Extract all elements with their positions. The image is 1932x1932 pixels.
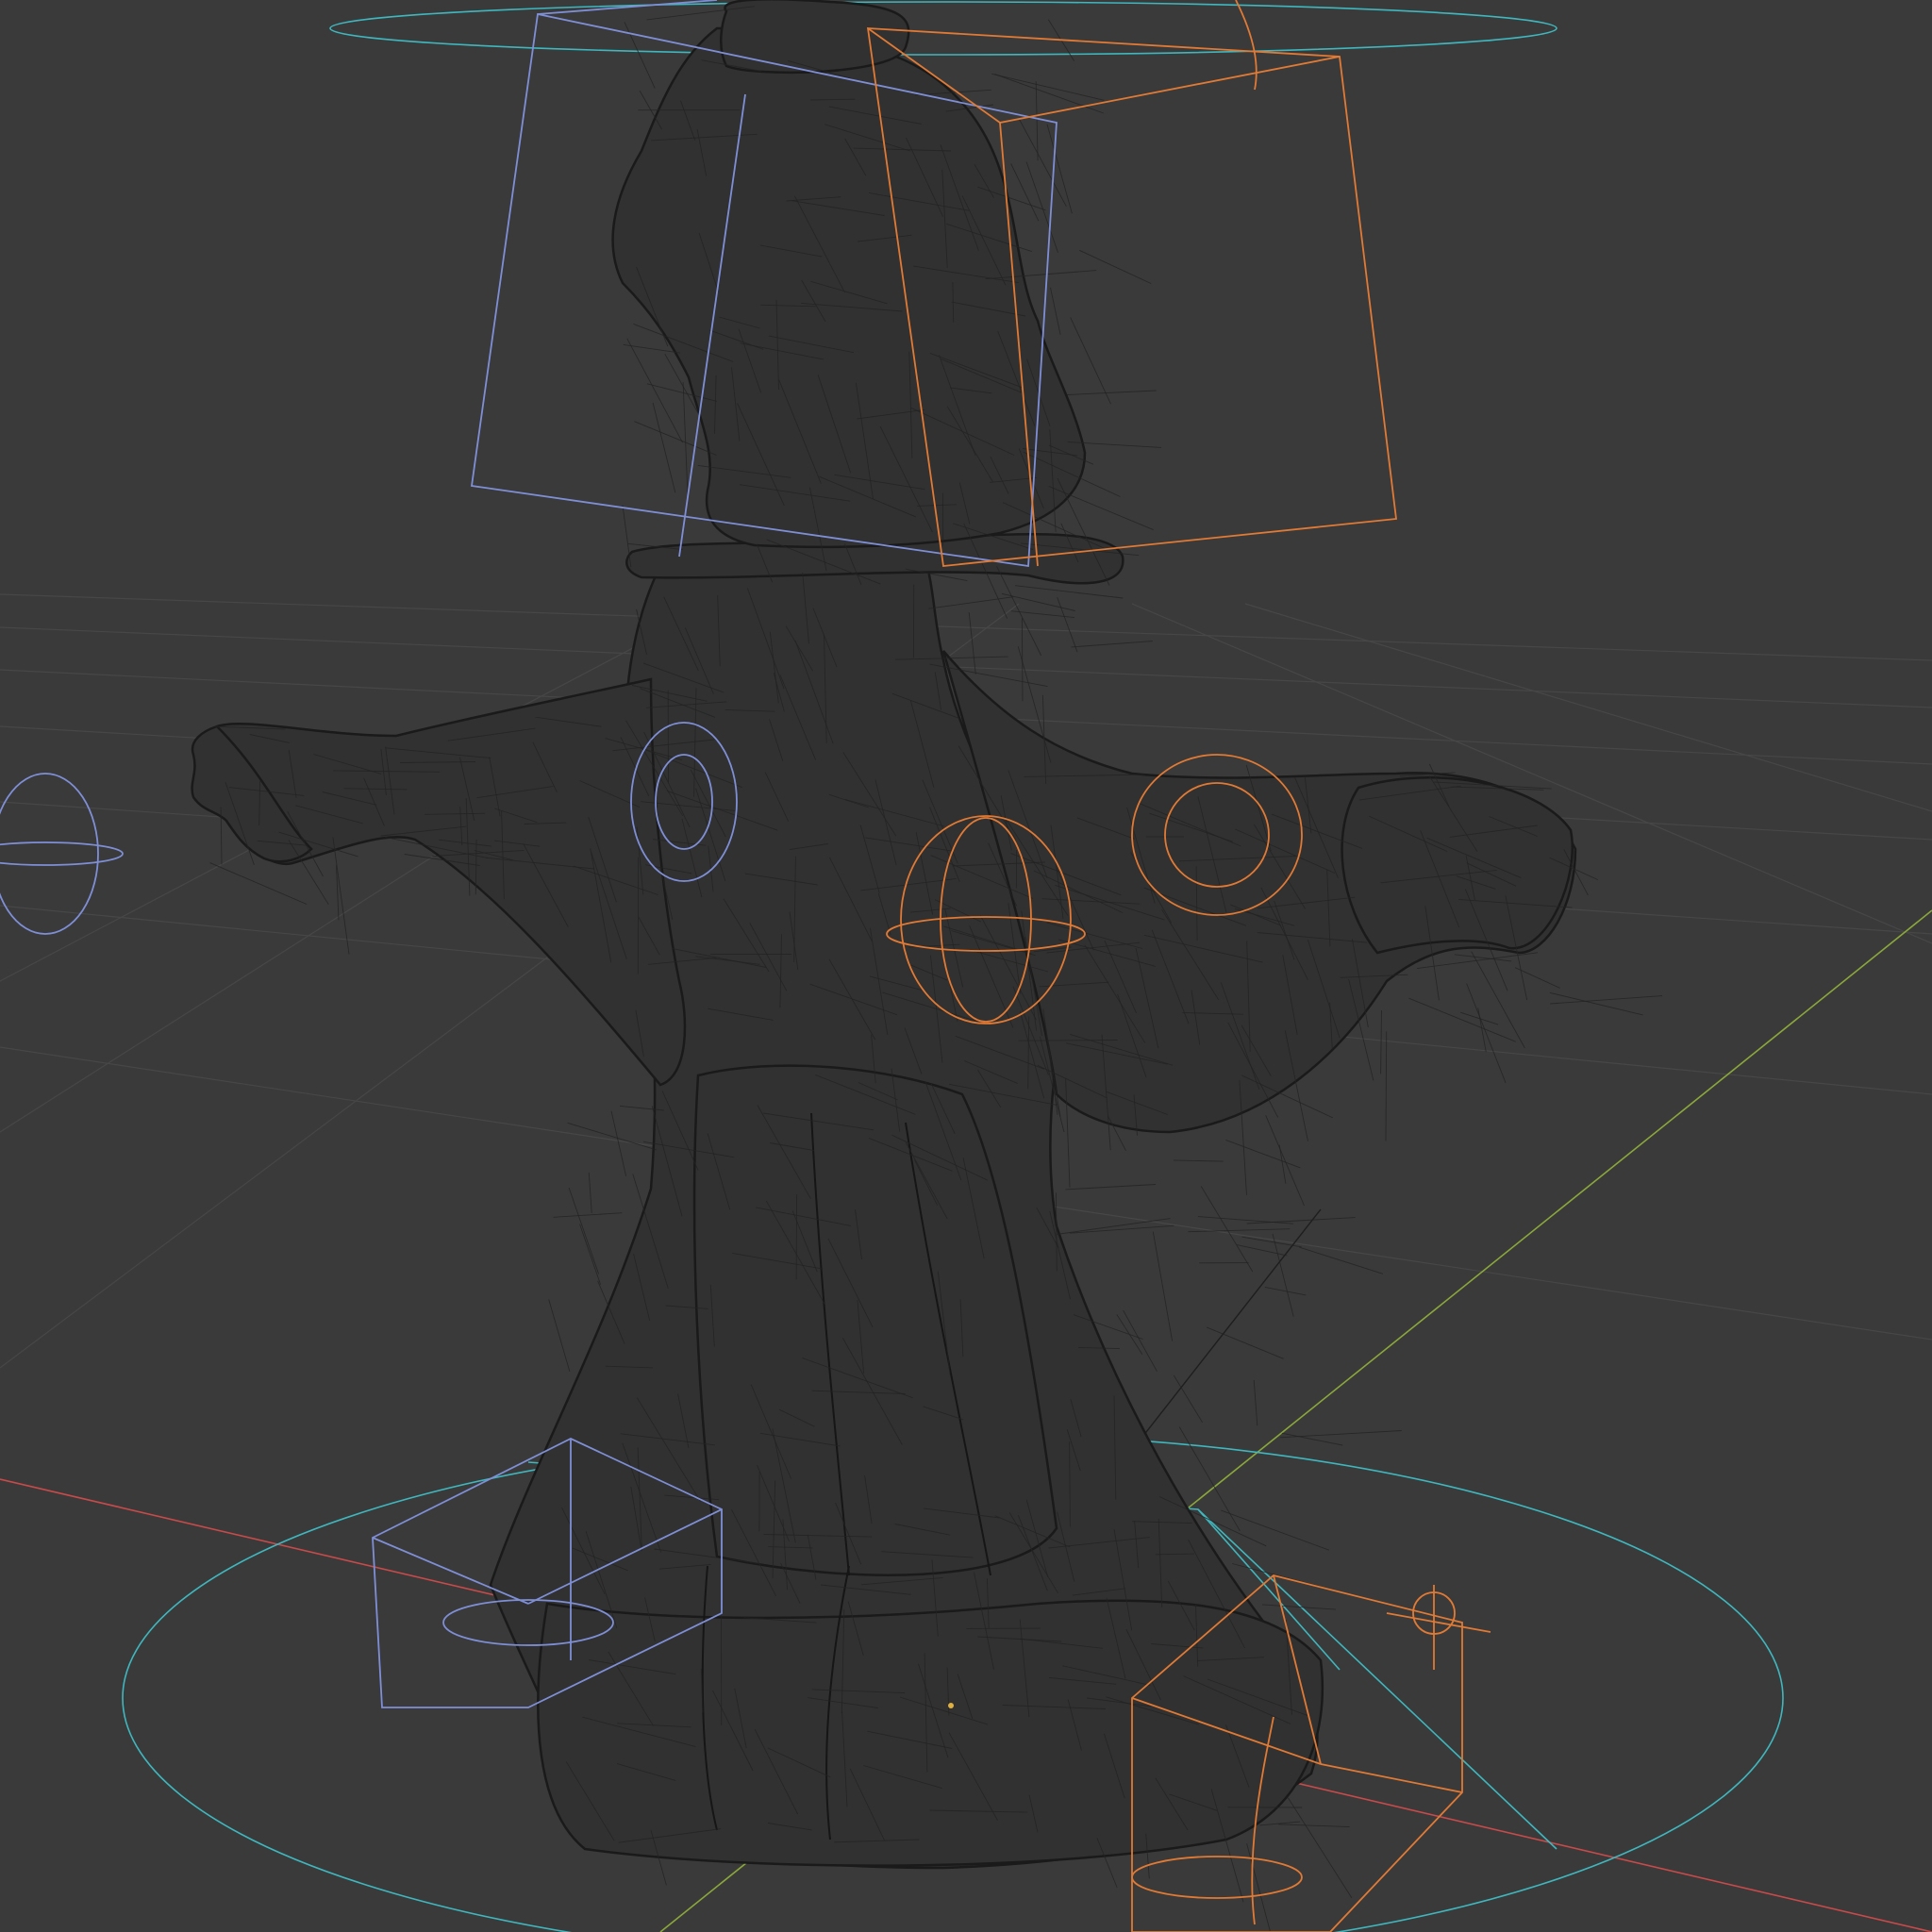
wire-edge [1237,1244,1288,1257]
wire-edge [1272,1233,1294,1317]
wire-edge [1116,1314,1143,1355]
wire-edge [1246,1843,1271,1932]
wire-edge [1225,1139,1301,1169]
wire-edge [928,596,1014,609]
wire-edge [994,74,1105,114]
wire-edge [1385,1031,1388,1141]
origin-point[interactable] [948,1703,954,1708]
wire-edge [1221,1509,1330,1551]
wire-edge [1173,1159,1224,1162]
character-mesh[interactable] [191,0,1577,1870]
wire-edge [1067,390,1157,395]
wire-edge [1200,1186,1254,1273]
wire-edge [1070,317,1111,405]
wire-edge [991,73,1105,101]
wire-edge [1246,1217,1356,1224]
wire-edge [795,1193,798,1280]
wire-edge [588,1173,592,1213]
wire-edge [548,1299,571,1373]
wire-edge [1299,1246,1384,1274]
hair-bun [720,0,910,75]
base-flare [537,1599,1324,1867]
wire-edge [1010,163,1040,222]
wire-edge [1408,997,1516,1042]
wire-edge [1471,951,1525,1049]
wire-edge [1380,1009,1382,1074]
wire-edge [1014,585,1124,599]
wire-edge [1065,1184,1157,1191]
wire-edge [1050,287,1061,335]
wire-edge [682,382,689,496]
wire-edge [1173,1374,1203,1424]
wire-edge [1071,641,1153,648]
wire-edge [610,1110,627,1176]
wire-edge [1281,1432,1343,1446]
wire-edge [624,22,656,89]
wire-edge [1265,1115,1305,1207]
wire-edge [1207,1326,1284,1359]
wire-edge [1288,1797,1353,1899]
left-hand-control[interactable] [0,773,124,935]
wire-edge [332,837,350,955]
wire-edge [209,862,308,905]
right-cuff [1341,775,1574,955]
wire-edge [1264,1286,1307,1296]
wire-edge [1070,1224,1174,1234]
wire-edge [568,1187,600,1274]
wire-edge [1466,983,1507,1084]
wire-edge [579,1224,602,1285]
wire-edge [1515,967,1560,989]
wire-edge [1253,1379,1258,1426]
wire-edge [1123,1309,1158,1373]
3d-viewport[interactable] [0,0,1932,1932]
viewport-canvas[interactable] [0,0,1932,1932]
wire-edge [1019,119,1067,207]
wire-edge [1035,81,1039,161]
wire-edge [1278,1824,1350,1828]
wire-edge [553,1212,623,1218]
foot-pivot-icon[interactable] [1386,1585,1491,1670]
wire-edge [1152,1231,1174,1341]
wire-edge [1549,991,1643,1016]
wire-edge [968,612,976,675]
camera-guide-line [1122,1208,1322,1463]
wire-edge [1079,249,1152,285]
wire-edge [1057,596,1078,653]
wire-edge [1197,1216,1293,1224]
wire-edge [652,402,676,493]
wire-edge [1241,1236,1302,1248]
wire-edge [567,1122,658,1151]
